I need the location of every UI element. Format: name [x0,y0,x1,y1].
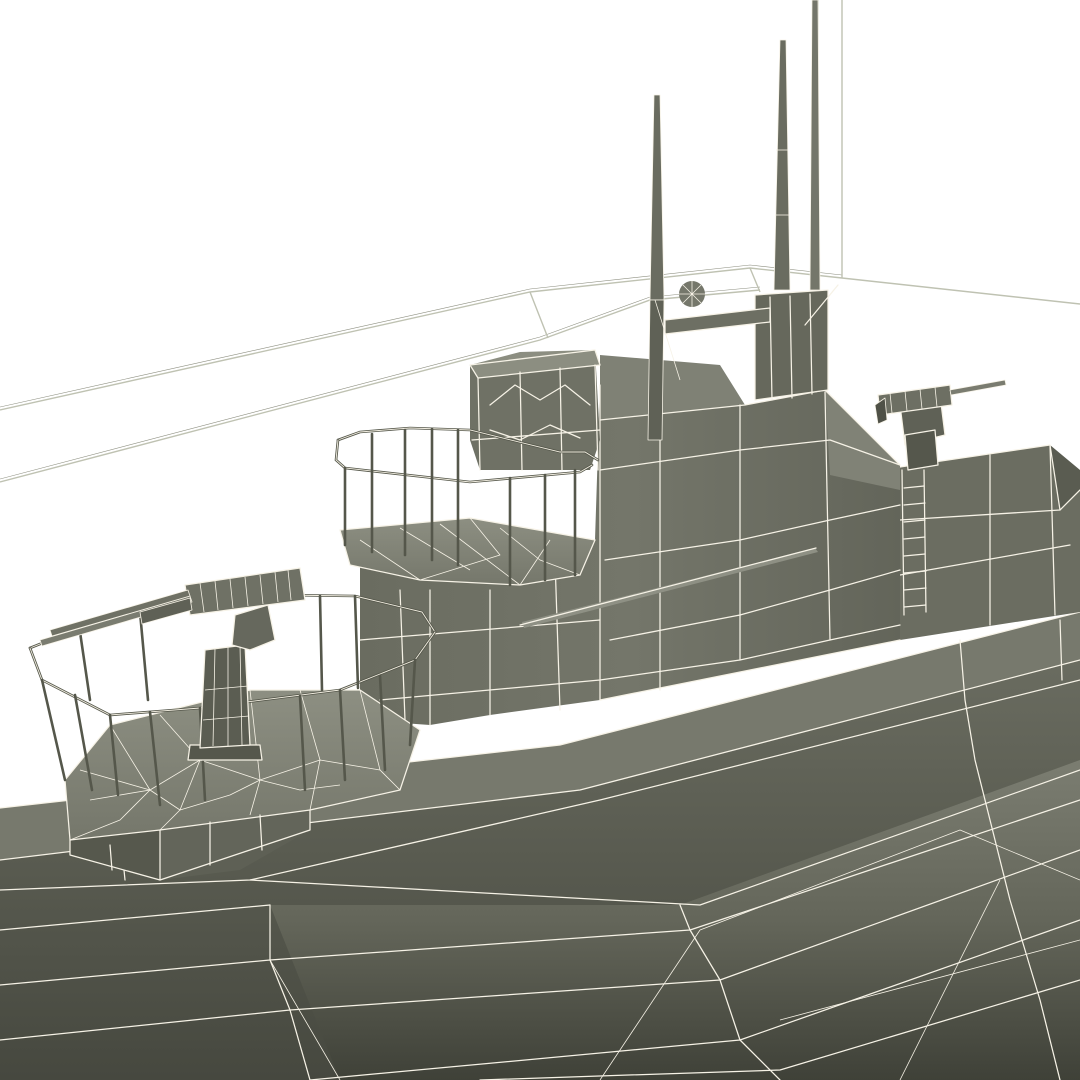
render-viewport [0,0,1080,1080]
aft-casing [879,444,1080,640]
upper-gun-platform [334,426,600,587]
submarine-model-render [0,0,1080,1080]
